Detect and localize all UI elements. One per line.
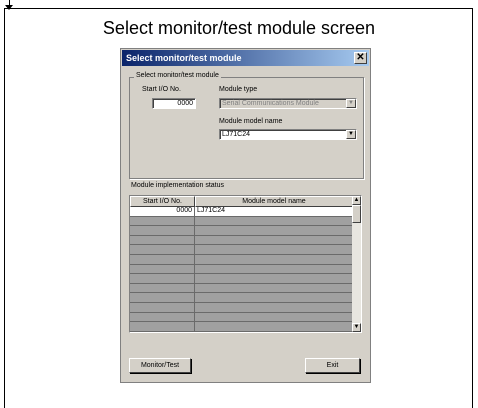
start-io-input[interactable]: 0000 [152, 98, 196, 109]
cell-start-io [130, 302, 195, 312]
table-row-empty[interactable] [130, 274, 353, 284]
module-model-label: Module model name [219, 118, 283, 125]
select-module-group: Select monitor/test module Start I/O No.… [129, 72, 364, 179]
table-row-empty[interactable] [130, 254, 353, 265]
column-header-model[interactable]: Module model name [195, 196, 353, 207]
cell-model [195, 254, 353, 264]
module-type-select[interactable]: Serial Communications Module ▼ [219, 98, 357, 109]
cell-start-io: 0000 [130, 207, 195, 216]
table-row-empty[interactable] [130, 293, 353, 303]
cell-model [195, 235, 353, 245]
scroll-up-button[interactable]: ▲ [352, 196, 361, 205]
cell-model [195, 274, 353, 283]
scroll-up-icon: ▲ [353, 197, 360, 203]
cell-start-io [130, 322, 195, 331]
select-module-dialog: Select monitor/test module ✕ Select moni… [120, 48, 371, 383]
scroll-down-button[interactable]: ▼ [352, 323, 361, 332]
module-type-value: Serial Communications Module [222, 100, 319, 107]
exit-button[interactable]: Exit [305, 358, 360, 373]
table-row-empty[interactable] [130, 312, 353, 323]
cell-start-io [130, 254, 195, 264]
table-body: 0000 LJ71C24 [130, 207, 353, 332]
module-type-dropdown-button[interactable]: ▼ [346, 99, 356, 108]
module-type-label: Module type [219, 86, 258, 93]
table-header: Start I/O No. Module model name [130, 196, 353, 207]
cell-start-io [130, 283, 195, 293]
cell-model: LJ71C24 [195, 207, 353, 216]
cell-model [195, 264, 353, 274]
cell-start-io [130, 274, 195, 283]
table-row-empty[interactable] [130, 216, 353, 227]
cell-model [195, 245, 353, 254]
cell-start-io [130, 312, 195, 322]
table-scrollbar[interactable]: ▲ ▼ [352, 196, 361, 332]
table-row[interactable]: 0000 LJ71C24 [130, 207, 353, 217]
table-row-empty[interactable] [130, 322, 353, 332]
cell-start-io [130, 245, 195, 254]
monitor-test-button[interactable]: Monitor/Test [129, 358, 191, 373]
cell-model [195, 312, 353, 322]
chevron-down-icon: ▼ [348, 131, 354, 137]
cell-start-io [130, 226, 195, 235]
dialog-titlebar: Select monitor/test module ✕ [122, 50, 369, 66]
module-model-select[interactable]: LJ71C24 ▼ [219, 129, 357, 140]
scroll-thumb[interactable] [352, 205, 361, 223]
cell-start-io [130, 264, 195, 274]
table-row-empty[interactable] [130, 302, 353, 313]
module-status-table: Start I/O No. Module model name 0000 LJ7… [129, 195, 362, 333]
cell-model [195, 293, 353, 302]
cell-start-io [130, 235, 195, 245]
table-row-empty[interactable] [130, 226, 353, 236]
table-row-empty[interactable] [130, 283, 353, 294]
cell-start-io [130, 293, 195, 302]
table-row-empty[interactable] [130, 235, 353, 246]
start-io-label: Start I/O No. [142, 86, 181, 93]
close-icon: ✕ [356, 52, 365, 63]
module-model-value: LJ71C24 [222, 131, 251, 138]
column-header-start-io[interactable]: Start I/O No. [130, 196, 195, 207]
cell-model [195, 226, 353, 235]
screen-caption: Select monitor/test module screen [102, 18, 376, 38]
dialog-title: Select monitor/test module [126, 53, 242, 63]
cell-start-io [130, 216, 195, 226]
cell-model [195, 283, 353, 293]
cell-model [195, 302, 353, 312]
close-button[interactable]: ✕ [354, 52, 367, 64]
module-model-dropdown-button[interactable]: ▼ [346, 130, 356, 139]
table-row-empty[interactable] [130, 264, 353, 275]
cell-model [195, 216, 353, 226]
cell-model [195, 322, 353, 331]
scroll-down-icon: ▼ [353, 324, 360, 330]
table-row-empty[interactable] [130, 245, 353, 255]
implementation-status-label: Module implementation status [131, 182, 224, 189]
group-legend: Select monitor/test module [134, 72, 221, 79]
chevron-down-icon: ▼ [348, 100, 354, 106]
